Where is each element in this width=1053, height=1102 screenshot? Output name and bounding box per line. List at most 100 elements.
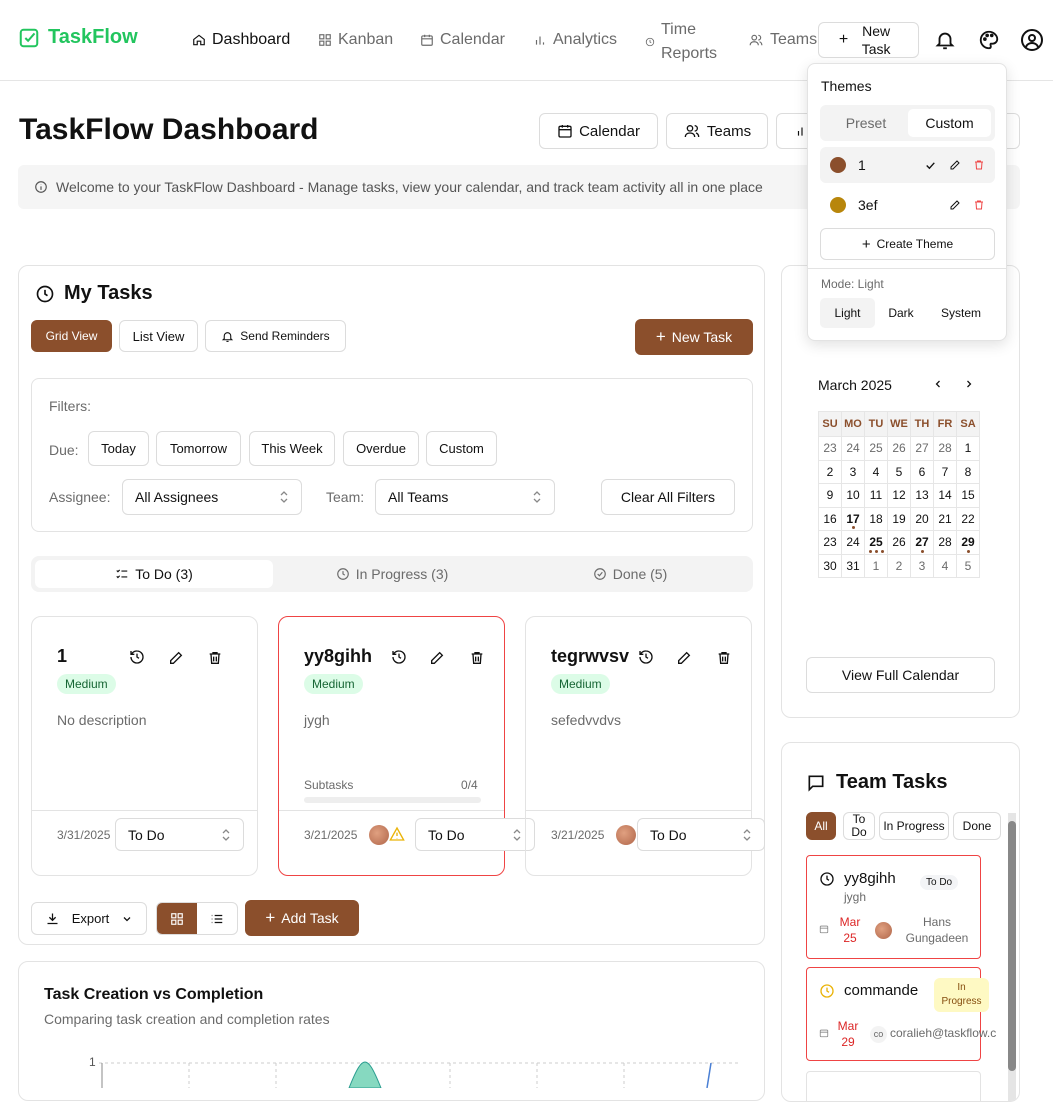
pencil-icon[interactable] — [949, 199, 961, 211]
history-icon[interactable] — [391, 649, 407, 665]
palette-icon[interactable] — [978, 29, 1000, 51]
nav-teams[interactable]: Teams — [748, 31, 817, 49]
mode-light-button[interactable]: Light — [820, 298, 875, 328]
status-select[interactable]: To Do — [415, 818, 535, 851]
task-card[interactable]: yy8gihh Medium jygh Subtasks 0/4 3/21/20… — [278, 616, 535, 876]
status-select[interactable]: To Do — [637, 818, 765, 851]
calendar-day-event[interactable]: 29 — [956, 530, 980, 555]
due-overdue-button[interactable]: Overdue — [343, 431, 419, 466]
calendar-day[interactable]: 1 — [864, 553, 888, 578]
tab-custom[interactable]: Custom — [908, 109, 991, 137]
calendar-day[interactable]: 30 — [818, 553, 842, 578]
scrollbar-track[interactable] — [1008, 813, 1016, 1101]
due-tomorrow-button[interactable]: Tomorrow — [156, 431, 241, 466]
calendar-day[interactable]: 31 — [841, 553, 865, 578]
trash-icon[interactable] — [973, 199, 985, 211]
calendar-day[interactable]: 2 — [818, 459, 842, 484]
user-profile-icon[interactable] — [1020, 28, 1044, 52]
calendar-day[interactable]: 15 — [956, 483, 980, 508]
team-filter-todo[interactable]: To Do — [843, 812, 875, 840]
calendar-day[interactable]: 18 — [864, 506, 888, 531]
mode-dark-button[interactable]: Dark — [875, 298, 927, 328]
team-filter-all[interactable]: All — [806, 812, 836, 840]
calendar-day[interactable]: 28 — [933, 530, 957, 555]
calendar-day[interactable]: 5 — [887, 459, 911, 484]
nav-dashboard[interactable]: Dashboard — [192, 31, 290, 49]
trash-icon[interactable] — [207, 650, 223, 666]
list-view-button[interactable]: List View — [119, 320, 198, 352]
due-custom-button[interactable]: Custom — [426, 431, 497, 466]
pencil-icon[interactable] — [949, 159, 961, 171]
grid-toggle[interactable] — [157, 903, 197, 934]
status-select[interactable]: To Do — [115, 818, 244, 851]
calendar-day[interactable]: 28 — [933, 436, 957, 461]
edit-icon[interactable] — [676, 650, 692, 666]
view-full-calendar-button[interactable]: View Full Calendar — [806, 657, 995, 693]
calendar-day[interactable]: 3 — [910, 553, 934, 578]
clear-filters-button[interactable]: Clear All Filters — [601, 479, 735, 515]
app-logo[interactable]: TaskFlow — [18, 26, 138, 49]
trash-icon[interactable] — [716, 650, 732, 666]
calendar-day[interactable]: 21 — [933, 506, 957, 531]
chevron-left-icon[interactable] — [932, 378, 944, 390]
edit-icon[interactable] — [168, 650, 184, 666]
due-this-week-button[interactable]: This Week — [249, 431, 335, 466]
calendar-day[interactable]: 4 — [933, 553, 957, 578]
tab-preset[interactable]: Preset — [824, 109, 908, 137]
calendar-day[interactable]: 20 — [910, 506, 934, 531]
calendar-day[interactable]: 8 — [956, 459, 980, 484]
calendar-day[interactable]: 16 — [818, 506, 842, 531]
calendar-day[interactable]: 6 — [910, 459, 934, 484]
mode-system-button[interactable]: System — [930, 298, 992, 328]
calendar-day-event[interactable]: 25 — [864, 530, 888, 555]
team-filter-in-progress[interactable]: In Progress — [879, 812, 949, 840]
trash-icon[interactable] — [973, 159, 985, 171]
tab-done[interactable]: Done (5) — [511, 560, 749, 588]
grid-view-button[interactable]: Grid View — [31, 320, 112, 352]
tab-todo[interactable]: To Do (3) — [35, 560, 273, 588]
chevron-right-icon[interactable] — [963, 378, 975, 390]
theme-item[interactable]: 1 — [820, 147, 995, 183]
calendar-day-event[interactable]: 27 — [910, 530, 934, 555]
calendar-day[interactable]: 27 — [910, 436, 934, 461]
calendar-day[interactable]: 24 — [841, 436, 865, 461]
history-icon[interactable] — [638, 649, 654, 665]
nav-calendar[interactable]: Calendar — [420, 31, 505, 49]
calendar-day[interactable]: 25 — [864, 436, 888, 461]
calendar-day[interactable]: 14 — [933, 483, 957, 508]
calendar-day[interactable]: 3 — [841, 459, 865, 484]
new-task-button[interactable]: + New Task — [635, 319, 753, 355]
calendar-day[interactable]: 19 — [887, 506, 911, 531]
calendar-day[interactable]: 1 — [956, 436, 980, 461]
team-task-item[interactable]: yy8gihh jygh To Do Mar 25 Hans Gungadeen — [806, 855, 981, 959]
nav-analytics[interactable]: Analytics — [533, 31, 617, 49]
theme-item[interactable]: 3ef — [820, 187, 995, 223]
calendar-day[interactable]: 11 — [864, 483, 888, 508]
team-task-item[interactable]: commande In Progress Mar 29 co coralieh@… — [806, 967, 996, 1061]
calendar-day[interactable]: 13 — [910, 483, 934, 508]
calendar-day[interactable]: 2 — [887, 553, 911, 578]
export-button[interactable]: Export — [31, 902, 147, 935]
send-reminders-button[interactable]: Send Reminders — [205, 320, 346, 352]
nav-kanban[interactable]: Kanban — [318, 31, 393, 49]
calendar-day[interactable]: 12 — [887, 483, 911, 508]
task-card[interactable]: 1 Medium No description 3/31/2025 To Do — [31, 616, 258, 876]
calendar-day[interactable]: 10 — [841, 483, 865, 508]
calendar-day[interactable]: 24 — [841, 530, 865, 555]
scrollbar-thumb[interactable] — [1008, 821, 1016, 1071]
calendar-day[interactable]: 26 — [887, 530, 911, 555]
team-select[interactable]: All Teams — [375, 479, 555, 515]
team-task-item[interactable] — [806, 1071, 981, 1101]
tab-in-progress[interactable]: In Progress (3) — [273, 560, 511, 588]
due-today-button[interactable]: Today — [88, 431, 149, 466]
calendar-day[interactable]: 23 — [818, 436, 842, 461]
calendar-day[interactable]: 5 — [956, 553, 980, 578]
calendar-button[interactable]: Calendar — [539, 113, 658, 149]
add-task-button[interactable]: + Add Task — [245, 900, 359, 936]
list-toggle[interactable] — [197, 903, 237, 934]
calendar-day[interactable]: 26 — [887, 436, 911, 461]
history-icon[interactable] — [129, 649, 145, 665]
teams-button[interactable]: Teams — [666, 113, 768, 149]
calendar-day[interactable]: 9 — [818, 483, 842, 508]
edit-icon[interactable] — [429, 650, 445, 666]
